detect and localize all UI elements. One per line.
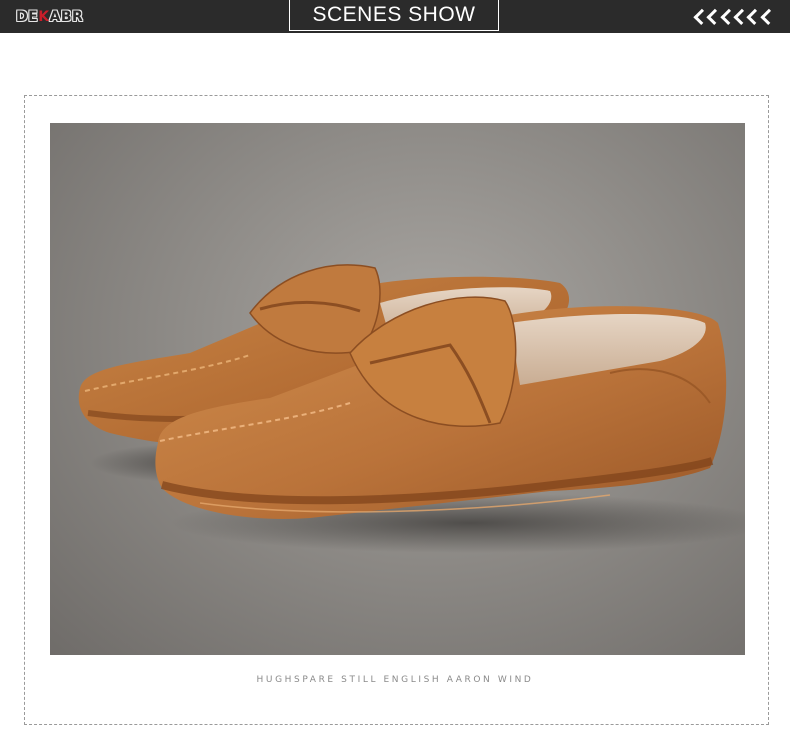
chevrons-left-icon	[693, 6, 777, 28]
loafers-illustration	[78, 264, 745, 553]
header-bar: DEKABR SCENES SHOW	[0, 0, 790, 33]
section-title: SCENES SHOW	[312, 3, 476, 26]
chevron-left-icon	[760, 8, 777, 26]
brand-logo-part: DE	[16, 9, 39, 25]
product-photo	[50, 123, 745, 655]
brand-logo-accent: K	[38, 9, 50, 25]
brand-logo-part: ABR	[49, 9, 84, 25]
photo-caption: HUGHSPARE STILL ENGLISH AARON WIND	[256, 675, 534, 685]
brand-logo[interactable]: DEKABR	[16, 8, 83, 26]
loafer-front	[155, 296, 727, 519]
section-title-box: SCENES SHOW	[289, 0, 499, 31]
